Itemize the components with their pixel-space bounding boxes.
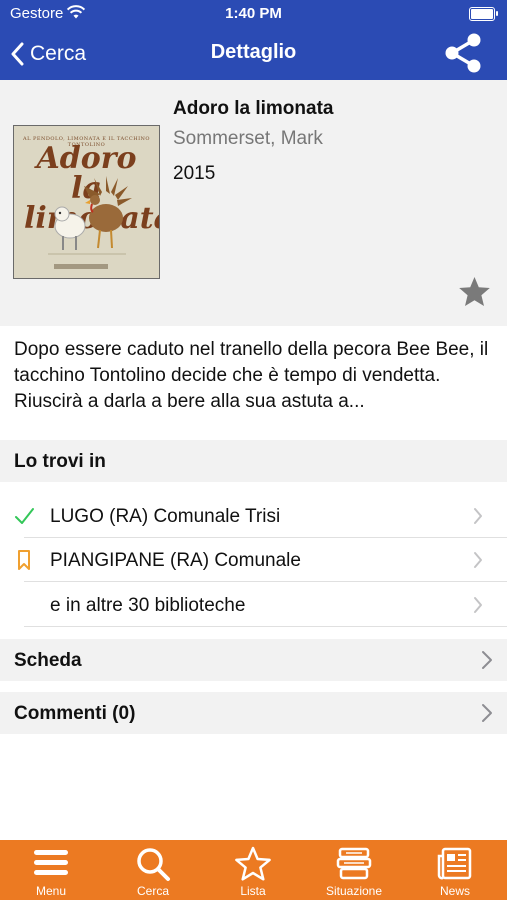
page-title: Dettaglio [210, 41, 297, 63]
tab-label: Cerca [136, 884, 169, 898]
chevron-right-icon [474, 597, 482, 613]
other-libraries-label: e in altre 30 biblioteche [50, 595, 246, 616]
bookmark-icon [18, 550, 30, 570]
tab-label: Menu [35, 884, 67, 898]
hamburger-icon [34, 850, 68, 875]
book-detail-panel: AL PENDOLO, LIMONATA E IL TACCHINO TONTO… [0, 80, 507, 326]
tab-lista[interactable]: Lista [208, 840, 298, 900]
book-author: Sommerset, Mark [173, 128, 323, 149]
cover-illustration [48, 176, 132, 269]
commenti-label: Commenti (0) [14, 703, 136, 724]
tab-label: News [439, 884, 470, 898]
search-icon [137, 848, 170, 881]
tab-label: Lista [240, 884, 266, 898]
tab-news[interactable]: News [410, 840, 500, 900]
library-row-others[interactable]: e in altre 30 biblioteche [0, 583, 507, 627]
tab-menu[interactable]: Menu [6, 840, 96, 900]
book-title: Adoro la limonata [173, 98, 334, 119]
row-divider [24, 581, 507, 582]
navigation-bar: Cerca Dettaglio [0, 28, 507, 80]
library-name: PIANGIPANE (RA) Comunale [50, 550, 301, 571]
book-year: 2015 [173, 163, 216, 184]
tab-label: Situazione [325, 884, 383, 898]
library-name: LUGO (RA) Comunale Trisi [50, 506, 281, 527]
book-description: Dopo essere caduto nel tranello della pe… [14, 339, 489, 412]
status-bar: Gestore 1:40 PM [0, 0, 507, 28]
newspaper-icon [437, 847, 472, 880]
scheda-row[interactable]: Scheda [0, 639, 507, 681]
tab-situazione[interactable]: Situazione [309, 840, 399, 900]
share-icon[interactable] [443, 32, 483, 74]
chevron-right-icon [474, 508, 482, 524]
chevron-right-icon [482, 704, 492, 722]
availability-header-label: Lo trovi in [14, 451, 106, 472]
tab-bar: Menu Cerca Lista Situazione News [0, 840, 507, 900]
book-cover: AL PENDOLO, LIMONATA E IL TACCHINO TONTO… [13, 125, 160, 279]
commenti-row[interactable]: Commenti (0) [0, 692, 507, 734]
tab-cerca[interactable]: Cerca [108, 840, 198, 900]
checkmark-icon [15, 508, 34, 524]
favorite-star-icon[interactable] [458, 276, 491, 308]
clock: 1:40 PM [225, 5, 282, 22]
chevron-right-icon [482, 651, 492, 669]
row-divider [24, 626, 507, 627]
battery-icon [469, 7, 498, 21]
library-row-lugo[interactable]: LUGO (RA) Comunale Trisi [0, 494, 507, 538]
chevron-right-icon [474, 552, 482, 568]
star-icon [235, 846, 271, 881]
availability-header: Lo trovi in [0, 440, 507, 482]
books-icon [336, 847, 372, 880]
scheda-label: Scheda [14, 650, 82, 671]
library-row-piangipane[interactable]: PIANGIPANE (RA) Comunale [0, 538, 507, 582]
